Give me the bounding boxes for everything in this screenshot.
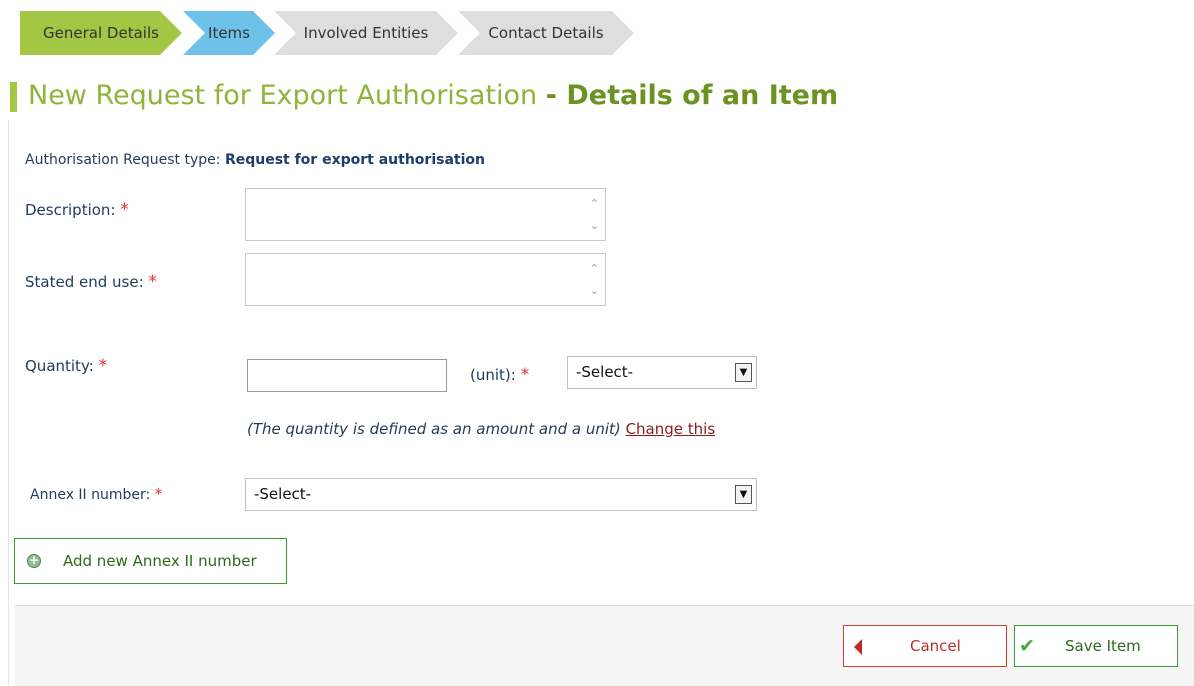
- unit-label: (unit): [470, 366, 511, 384]
- save-label: Save Item: [1065, 637, 1141, 655]
- step-label: Items: [208, 24, 250, 42]
- unit-label-row: (unit): *: [470, 365, 529, 385]
- step-label: Contact Details: [488, 24, 604, 42]
- annex-label: Annex II number:: [30, 487, 151, 503]
- annex-select[interactable]: -Select- ▼: [245, 478, 757, 511]
- label-colon: :: [510, 366, 516, 384]
- plus-circle-icon: +: [27, 553, 41, 568]
- left-divider: [8, 120, 9, 685]
- cancel-label: Cancel: [910, 637, 961, 655]
- save-item-button[interactable]: ✔ Save Item: [1014, 625, 1178, 667]
- stated-end-use-label: Stated end use: [25, 273, 139, 291]
- label-colon: :: [110, 201, 116, 219]
- stated-end-use-textarea[interactable]: ⌃ ⌄: [245, 253, 606, 306]
- chevron-down-icon[interactable]: ▼: [735, 485, 752, 504]
- up-chevron-icon[interactable]: ⌃: [590, 263, 599, 274]
- request-type-value: Request for export authorisation: [224, 152, 485, 168]
- required-mark: *: [520, 365, 530, 385]
- add-annex-button[interactable]: + Add new Annex II number: [14, 538, 287, 584]
- down-chevron-icon[interactable]: ⌄: [590, 220, 599, 231]
- up-chevron-icon[interactable]: ⌃: [590, 198, 599, 209]
- description-textarea[interactable]: ⌃ ⌄: [245, 188, 606, 241]
- page-title-main: New Request for Export Authorisation: [28, 80, 538, 111]
- required-mark: *: [148, 272, 157, 292]
- step-items[interactable]: Items: [183, 11, 275, 55]
- chevron-down-icon[interactable]: ▼: [735, 363, 752, 382]
- add-annex-label: Add new Annex II number: [63, 552, 257, 570]
- step-wizard: General Details Items Involved Entities …: [0, 0, 660, 55]
- quantity-label: Quantity:: [25, 357, 94, 375]
- down-chevron-icon[interactable]: ⌄: [590, 285, 599, 296]
- quantity-label-row: Quantity: *: [25, 356, 107, 376]
- step-contact-details[interactable]: Contact Details: [458, 11, 634, 55]
- triangle-left-icon: [854, 639, 862, 655]
- page-title: New Request for Export Authorisation - D…: [28, 80, 838, 111]
- request-type-row: Authorisation Request type: Request for …: [25, 152, 485, 168]
- required-mark: *: [154, 485, 163, 503]
- step-label: General Details: [43, 24, 159, 42]
- request-type-label: Authorisation Request type:: [25, 152, 221, 168]
- description-label: Description: [25, 201, 111, 219]
- check-icon: ✔: [1019, 635, 1035, 657]
- description-label-row: Description: *: [25, 200, 129, 220]
- step-general-details[interactable]: General Details: [20, 11, 182, 55]
- quantity-input[interactable]: [247, 359, 447, 392]
- step-label: Involved Entities: [303, 24, 429, 42]
- label-colon: :: [138, 273, 144, 291]
- stated-end-use-label-row: Stated end use: *: [25, 272, 157, 292]
- annex-label-row: Annex II number: *: [30, 485, 162, 503]
- annex-selected: -Select-: [254, 485, 312, 503]
- required-mark: *: [120, 200, 129, 220]
- cancel-button[interactable]: Cancel: [843, 625, 1007, 667]
- title-accent-bar: [10, 82, 17, 112]
- unit-select[interactable]: -Select- ▼: [567, 356, 757, 389]
- step-involved-entities[interactable]: Involved Entities: [274, 11, 458, 55]
- quantity-hint: (The quantity is defined as an amount an…: [247, 420, 715, 438]
- page-title-sub: - Details of an Item: [545, 80, 839, 111]
- quantity-hint-text: (The quantity is defined as an amount an…: [247, 420, 621, 438]
- required-mark: *: [98, 356, 108, 376]
- unit-selected: -Select-: [576, 363, 634, 381]
- change-this-link[interactable]: Change this: [626, 420, 716, 438]
